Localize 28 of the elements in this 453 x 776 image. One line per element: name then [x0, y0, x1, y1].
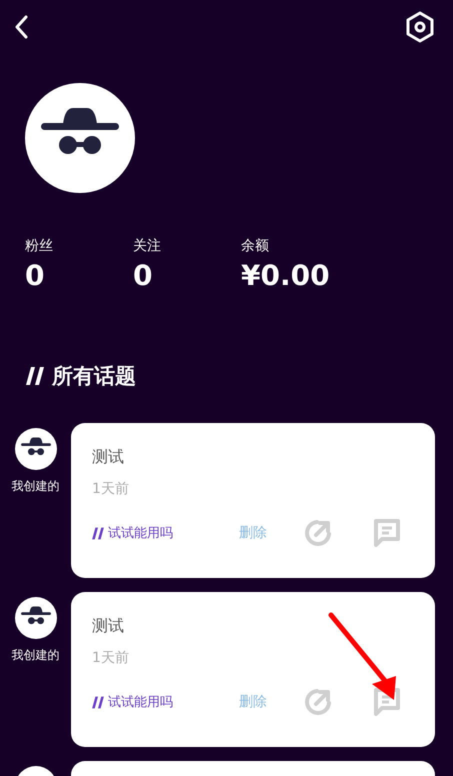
topic-card[interactable]: 测试 1天前 试试能用吗 删除 — [71, 423, 435, 578]
back-icon[interactable] — [14, 15, 28, 39]
stat-value: 0 — [133, 259, 154, 292]
comment-icon[interactable] — [373, 687, 401, 717]
slash-icon — [92, 696, 104, 708]
section-title: 所有话题 — [52, 363, 136, 390]
author-label: 我创建的 — [12, 478, 60, 495]
stat-value: 0 — [25, 259, 46, 292]
topic-title: 测试 — [92, 616, 125, 637]
avatar-icon — [14, 428, 56, 470]
topic-time: 1天前 — [92, 649, 130, 667]
share-icon[interactable] — [303, 518, 333, 548]
slash-icon — [26, 366, 44, 386]
settings-icon[interactable] — [405, 11, 435, 43]
author-label: 我创建的 — [12, 647, 60, 664]
topic-tag[interactable]: 试试能用吗 — [108, 524, 173, 542]
stat-value: ¥0.00 — [241, 259, 331, 292]
stat-label: 关注 — [133, 237, 162, 255]
avatar-icon — [14, 597, 56, 639]
topic-card[interactable]: 测试 1天前 试试能用吗 删除 — [71, 592, 435, 747]
avatar-icon — [25, 83, 135, 193]
stat-label: 粉丝 — [25, 237, 54, 255]
stat-label: 余额 — [241, 237, 270, 255]
topic-title: 测试 — [92, 447, 125, 468]
slash-icon — [92, 526, 104, 540]
topic-time: 1天前 — [92, 480, 130, 498]
share-icon[interactable] — [303, 687, 333, 717]
topic-tag[interactable]: 试试能用吗 — [108, 693, 173, 711]
